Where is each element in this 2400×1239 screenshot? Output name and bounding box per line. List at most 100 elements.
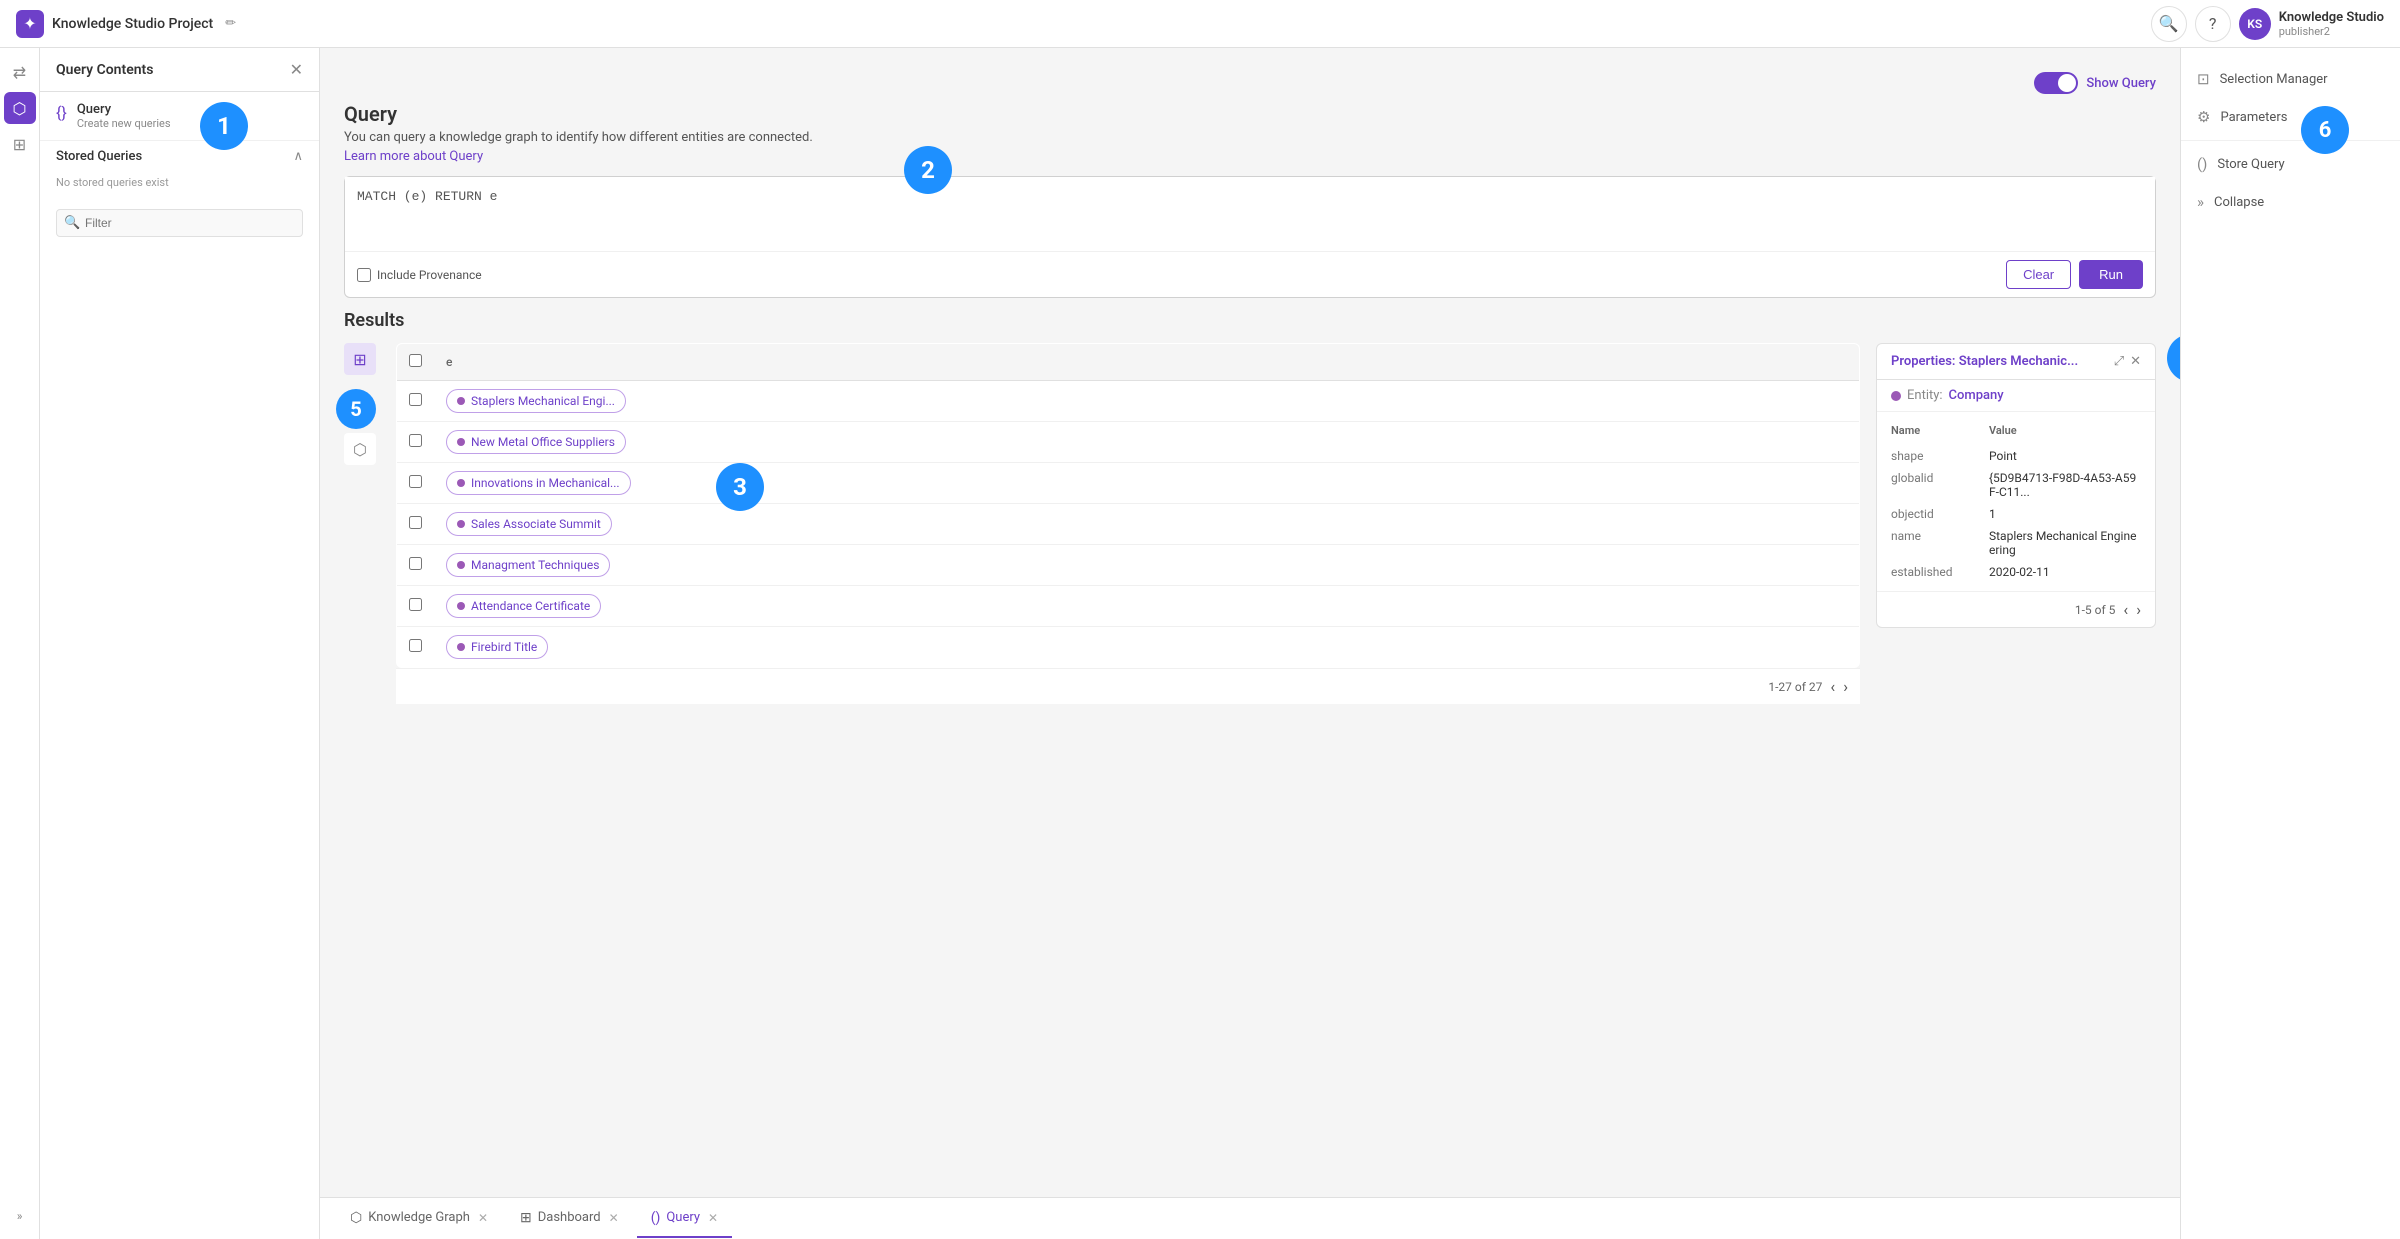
results-pagination: 1-27 of 27 ‹ › (396, 668, 1860, 704)
right-panel-parameters[interactable]: ⚙ Parameters (2181, 98, 2400, 136)
properties-table: Name Value shapePointglobalid{5D9B4713-F… (1877, 412, 2155, 591)
tab-dashboard[interactable]: ⊞ Dashboard ✕ (506, 1200, 633, 1238)
parameters-label: Parameters (2220, 110, 2287, 125)
prop-value: 2020-02-11 (1989, 565, 2050, 579)
tab-query-icon: () (651, 1210, 661, 1226)
nav-grid[interactable]: ⊞ (4, 128, 36, 160)
collapse-label: Collapse (2214, 195, 2264, 210)
results-title: Results (344, 310, 2156, 331)
toggle-thumb (2058, 74, 2076, 92)
icon-bar: ⇄ ⬡ ⊞ » (0, 48, 40, 1239)
prop-key: shape (1891, 449, 1981, 463)
props-pagination-text: 1-5 of 5 (2075, 603, 2116, 617)
edit-title-icon[interactable]: ✏ (225, 16, 236, 31)
right-panel: ⊡ Selection Manager ⚙ Parameters 6 () St… (2180, 48, 2400, 1239)
toggle-label: Show Query (2086, 76, 2156, 91)
badge-4: 4 (2167, 334, 2180, 382)
graph-view-button[interactable]: ⬡ (344, 433, 376, 465)
collapse-icon: » (2197, 193, 2204, 211)
props-close-icon[interactable]: ✕ (2130, 354, 2141, 369)
user-info: Knowledge Studio publisher2 (2279, 10, 2384, 38)
tab-query[interactable]: () Query ✕ (637, 1200, 732, 1238)
table-row: Sales Associate Summit (397, 504, 1860, 545)
pagination-prev[interactable]: ‹ (1830, 677, 1835, 696)
entity-tag[interactable]: New Metal Office Suppliers (446, 430, 626, 454)
query-editor-footer: Include Provenance Clear Run (345, 251, 2155, 297)
entity-tag[interactable]: Managment Techniques (446, 553, 610, 577)
run-button[interactable]: Run (2079, 260, 2143, 289)
user-subtitle: publisher2 (2279, 25, 2384, 38)
stored-queries-toggle[interactable]: ∧ (293, 149, 303, 164)
query-input[interactable]: MATCH (e) RETURN e (345, 177, 2155, 247)
sidebar-query-label: Query (77, 102, 171, 117)
row-checkbox[interactable] (409, 639, 422, 652)
col-e: e (434, 344, 1860, 381)
learn-more-link[interactable]: Learn more about Query (344, 149, 483, 164)
row-checkbox[interactable] (409, 516, 422, 529)
entity-tag[interactable]: Staplers Mechanical Engi... (446, 389, 626, 413)
row-checkbox[interactable] (409, 434, 422, 447)
table-row: Attendance Certificate (397, 586, 1860, 627)
prop-key: objectid (1891, 507, 1981, 521)
tab-knowledge-graph[interactable]: ⬡ Knowledge Graph ✕ (336, 1200, 502, 1238)
filter-input[interactable] (56, 209, 303, 237)
props-prev[interactable]: ‹ (2123, 600, 2128, 619)
entity-dot (457, 479, 465, 487)
right-panel-selection-manager[interactable]: ⊡ Selection Manager (2181, 60, 2400, 98)
props-actions: ⤢ ✕ (2114, 354, 2141, 369)
pagination-next[interactable]: › (1843, 677, 1848, 696)
provenance-check[interactable] (357, 268, 371, 282)
props-col-value: Value (1989, 424, 2017, 437)
table-row: Staplers Mechanical Engi... (397, 381, 1860, 422)
filter-area: 🔍 (56, 209, 303, 237)
stored-queries-empty: No stored queries exist (40, 172, 319, 201)
sidebar-close-button[interactable]: ✕ (290, 60, 303, 79)
help-button[interactable]: ? (2195, 6, 2231, 42)
expand-icon[interactable]: » (9, 1201, 31, 1231)
prop-value: Staplers Mechanical Engineering (1989, 529, 2141, 557)
props-row: objectid1 (1891, 503, 2141, 525)
entity-tag[interactable]: Sales Associate Summit (446, 512, 612, 536)
nav-layers[interactable]: ⬡ (4, 92, 36, 124)
tab-kg-label: Knowledge Graph (368, 1210, 470, 1225)
entity-dot (457, 520, 465, 528)
tab-kg-icon: ⬡ (350, 1210, 362, 1226)
props-col-name: Name (1891, 424, 1981, 437)
clear-button[interactable]: Clear (2006, 260, 2071, 289)
sidebar-item-query[interactable]: {} Query Create new queries (40, 92, 319, 140)
right-panel-collapse[interactable]: » Collapse (2181, 183, 2400, 221)
entity-tag[interactable]: Firebird Title (446, 635, 548, 659)
query-toggle-row: Show Query (344, 72, 2156, 94)
tab-dash-close[interactable]: ✕ (609, 1211, 619, 1225)
toggle-track[interactable] (2034, 72, 2078, 94)
properties-title: Properties: Staplers Mechanic... (1891, 354, 2078, 369)
stored-queries-label: Stored Queries (56, 149, 142, 164)
entity-type-value: Company (1949, 388, 2004, 403)
query-actions: Clear Run (2006, 260, 2143, 289)
row-checkbox[interactable] (409, 557, 422, 570)
prop-value: Point (1989, 449, 2017, 463)
properties-panel: 4 Properties: Staplers Mechanic... ⤢ ✕ (1876, 343, 2156, 628)
properties-header: Properties: Staplers Mechanic... ⤢ ✕ (1877, 344, 2155, 380)
entity-tag[interactable]: Attendance Certificate (446, 594, 601, 618)
prop-value: {5D9B4713-F98D-4A53-A59F-C11... (1989, 471, 2141, 499)
table-view-button[interactable]: ⊞ (344, 343, 376, 375)
select-all-checkbox[interactable] (409, 354, 422, 367)
bottom-tabs: ⬡ Knowledge Graph ✕ ⊞ Dashboard ✕ () Que… (320, 1197, 2180, 1239)
tab-query-close[interactable]: ✕ (708, 1211, 718, 1225)
props-expand-icon[interactable]: ⤢ (2114, 354, 2124, 369)
include-provenance-checkbox[interactable]: Include Provenance (357, 268, 482, 282)
results-table-area: 3 e Staplers Mecha (396, 343, 1860, 704)
row-checkbox[interactable] (409, 393, 422, 406)
show-query-toggle[interactable]: Show Query (2034, 72, 2156, 94)
nav-connections[interactable]: ⇄ (4, 56, 36, 88)
tab-kg-close[interactable]: ✕ (478, 1211, 488, 1225)
props-row: nameStaplers Mechanical Engineering (1891, 525, 2141, 561)
row-checkbox[interactable] (409, 475, 422, 488)
row-checkbox[interactable] (409, 598, 422, 611)
search-button[interactable]: 🔍 (2151, 6, 2187, 42)
tab-dash-icon: ⊞ (520, 1210, 532, 1226)
entity-tag[interactable]: Innovations in Mechanical... (446, 471, 631, 495)
right-panel-store-query[interactable]: () Store Query (2181, 145, 2400, 183)
props-next[interactable]: › (2136, 600, 2141, 619)
